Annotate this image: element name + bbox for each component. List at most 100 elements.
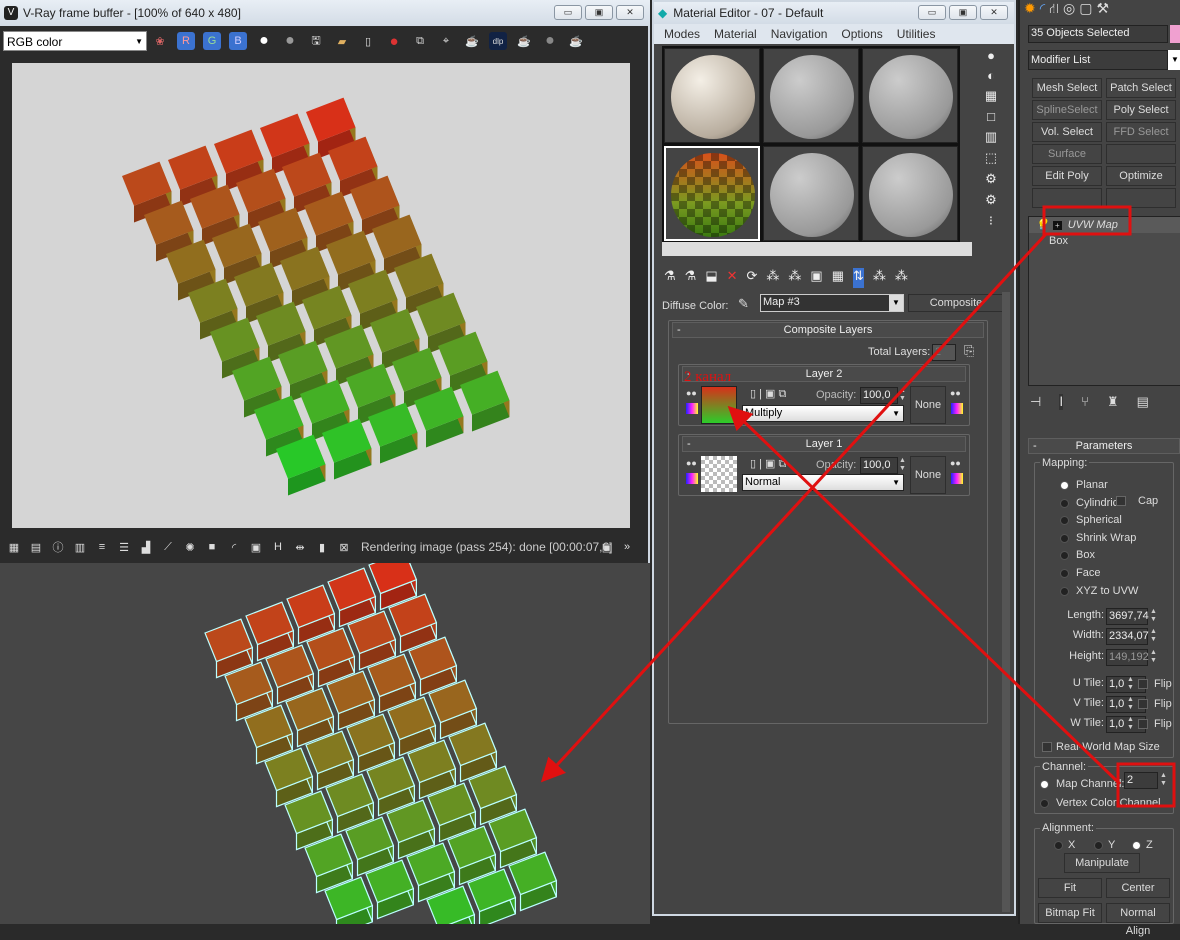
slots-scrollbar[interactable] [662, 242, 972, 256]
layer-1-opacity[interactable]: 100,0 [860, 457, 898, 474]
modifier-button[interactable] [1106, 144, 1176, 164]
layer-2-header[interactable]: - Layer 2 [682, 366, 966, 382]
add-layer-icon[interactable]: ⎘ [964, 343, 974, 359]
mask-visibility-icon[interactable]: ●● [950, 458, 961, 468]
info-icon[interactable]: ⓘ [49, 538, 67, 556]
configure-sets-icon[interactable]: ▤ [1137, 394, 1149, 410]
close-button[interactable]: ✕ [616, 5, 644, 20]
put-to-library-icon[interactable]: ⁂ [788, 268, 801, 288]
layer-1-blend-mode[interactable]: Normal ▼ [742, 474, 904, 491]
mask-visibility-icon[interactable]: ●● [950, 388, 961, 398]
chevron-down-icon[interactable]: ▼ [1168, 50, 1180, 70]
layer-2-opacity[interactable]: 100,0 [860, 387, 898, 404]
parameters-header[interactable]: - Parameters [1028, 438, 1180, 454]
opacity-spinner[interactable]: ▲ ▼ [898, 457, 907, 474]
mapping-radio[interactable] [1060, 481, 1069, 490]
sample-slot[interactable] [862, 146, 958, 241]
selection-name-field[interactable]: 35 Objects Selected [1028, 25, 1168, 43]
composite-layers-header[interactable]: - Composite Layers [672, 322, 984, 338]
modifier-button[interactable]: Surface Select [1032, 144, 1102, 178]
options-icon[interactable]: ⚙ [985, 171, 997, 187]
color-correction-icon[interactable] [686, 403, 698, 414]
vertex-color-radio[interactable] [1040, 799, 1049, 808]
color-correction-icon[interactable] [686, 473, 698, 484]
layer-1-header[interactable]: - Layer 1 [682, 436, 966, 452]
minimize-button[interactable]: ▭ [918, 5, 946, 20]
clipboard-icon[interactable]: ▯ [359, 32, 377, 50]
width-field[interactable]: 2334,07 [1106, 628, 1149, 645]
hsl-icon[interactable]: ≡ [93, 538, 111, 556]
layer-tools-icons[interactable]: ▯ | ▣ ⧉ [750, 387, 786, 401]
pin-stack-icon[interactable]: ⊣ [1030, 394, 1041, 410]
opacity-spinner[interactable]: ▲ ▼ [898, 387, 907, 404]
visibility-icon[interactable]: ●● [686, 388, 697, 398]
minimize-button[interactable]: ▭ [554, 5, 582, 20]
modifier-button[interactable]: Poly Select [1106, 100, 1176, 120]
maximize-button[interactable]: ▣ [949, 5, 977, 20]
create-tab-icon[interactable]: ✹ [1024, 0, 1036, 18]
assign-to-selection-icon[interactable]: ⬓ [705, 268, 717, 288]
red-channel-button[interactable]: R [177, 32, 195, 50]
modifier-list-dropdown[interactable]: Modifier List [1028, 50, 1168, 70]
menu-modes[interactable]: Modes [664, 27, 700, 41]
put-to-scene-icon[interactable]: ⚗ [685, 268, 697, 288]
map-type-button[interactable]: Composite [908, 294, 1004, 312]
height-field[interactable]: 149,192 [1106, 649, 1149, 666]
map-name-field[interactable]: Map #3 ▼ [760, 294, 904, 312]
panel-scrollbar[interactable] [1002, 292, 1010, 912]
sample-slot[interactable] [763, 146, 859, 241]
open-folder-icon[interactable]: ▰ [333, 32, 351, 50]
go-forward-icon[interactable]: ⁂ [895, 268, 908, 288]
total-layers-field[interactable]: 2 [932, 344, 956, 361]
sample-type-icon[interactable]: ● [987, 48, 995, 63]
v-flip-checkbox[interactable] [1138, 699, 1148, 709]
length-field[interactable]: 3697,74 [1106, 608, 1149, 625]
menu-options[interactable]: Options [841, 27, 882, 41]
modifier-button[interactable]: Optimize [1106, 166, 1176, 186]
clear-icon[interactable]: ● [385, 32, 403, 50]
mask-color-correction-icon[interactable] [951, 403, 963, 414]
histogram-icon[interactable]: ▟ [137, 538, 155, 556]
mapping-radio[interactable] [1060, 569, 1069, 578]
length-spinner[interactable]: ▲ ▼ [1149, 608, 1158, 625]
manipulate-button[interactable]: Manipulate [1064, 853, 1140, 873]
w-tile-spinner[interactable]: ▲ ▼ [1126, 716, 1135, 733]
layer-1-texture-swatch[interactable] [701, 456, 737, 492]
cap-checkbox[interactable] [1116, 496, 1126, 506]
region-render-icon[interactable]: ⌖ [437, 32, 455, 50]
u-flip-checkbox[interactable] [1138, 679, 1148, 689]
sample-slot-active[interactable] [664, 146, 760, 241]
modifier-button[interactable]: SplineSelect [1032, 100, 1102, 120]
menu-navigation[interactable]: Navigation [771, 27, 828, 41]
select-by-material-icon[interactable]: ⚙ [985, 192, 997, 208]
map-channel-field[interactable]: 2 [1124, 772, 1158, 789]
remove-modifier-icon[interactable]: ♜ [1107, 394, 1119, 410]
stack-item-box[interactable]: Box [1029, 233, 1180, 249]
stop-icon[interactable]: ● [541, 32, 559, 50]
show-end-result-icon[interactable]: Ⅰ [1059, 394, 1064, 410]
modify-tab-icon[interactable]: ◜ [1040, 0, 1045, 18]
exposure-icon[interactable]: ✺ [181, 538, 199, 556]
panel-icon[interactable]: ▦ [5, 538, 23, 556]
backlight-icon[interactable]: ◐ [987, 68, 995, 83]
curves-icon[interactable]: ⟋ [159, 538, 177, 556]
map-channel-spinner[interactable]: ▲ ▼ [1159, 772, 1168, 789]
background-icon[interactable]: ▦ [985, 88, 997, 104]
modifier-button[interactable] [1106, 188, 1176, 208]
channel-select[interactable]: RGB color ▼ [3, 31, 147, 51]
show-in-viewport-icon[interactable]: ▦ [832, 268, 844, 288]
visibility-icon[interactable]: ●● [686, 458, 697, 468]
fit-button[interactable]: Fit [1038, 878, 1102, 898]
align-y-radio[interactable] [1094, 841, 1103, 850]
bitmap-fit-button[interactable]: Bitmap Fit [1038, 903, 1102, 923]
object-color-swatch[interactable] [1170, 25, 1180, 43]
close-button[interactable]: ✕ [980, 5, 1008, 20]
color-correction-icon[interactable]: ▥ [71, 538, 89, 556]
layer-2-texture-swatch[interactable] [701, 386, 737, 424]
center-button[interactable]: Center [1106, 878, 1170, 898]
show-end-result-icon[interactable]: ⇅ [853, 268, 864, 288]
stereo-icon[interactable]: ▮ [313, 538, 331, 556]
modifier-button[interactable]: Edit Poly [1032, 166, 1102, 186]
green-channel-button[interactable]: G [203, 32, 221, 50]
sample-slot[interactable] [862, 48, 958, 143]
